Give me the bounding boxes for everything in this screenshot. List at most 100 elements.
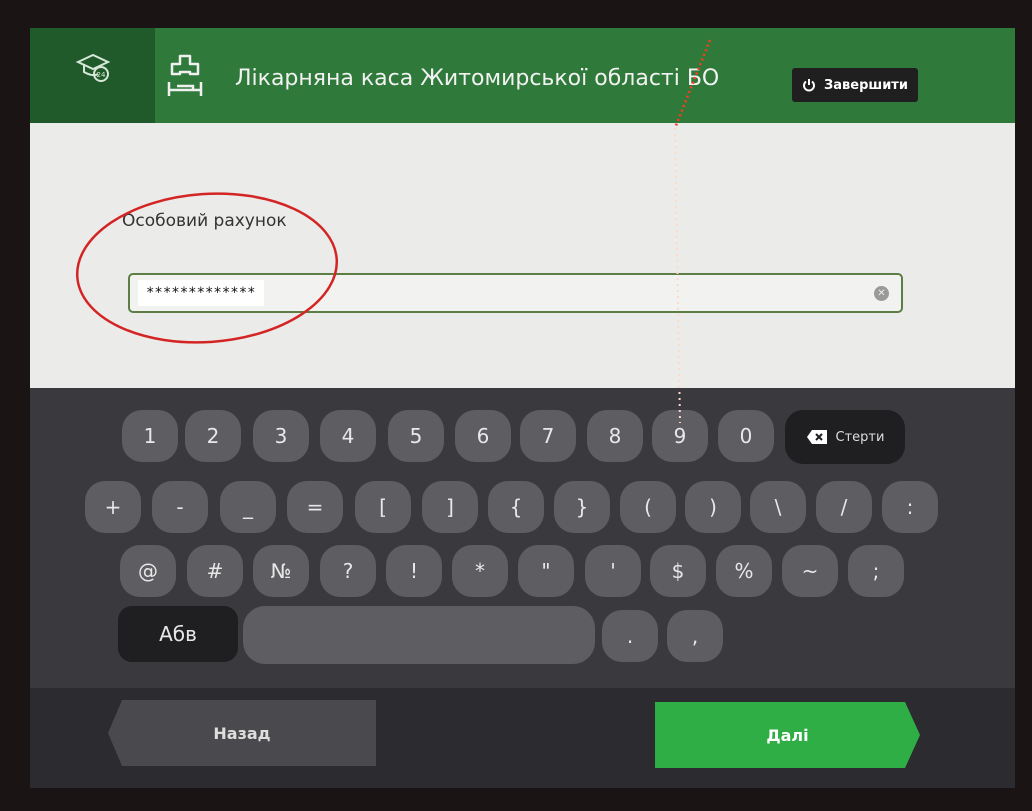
key-label: / [840,495,848,519]
key-label: - [176,495,184,519]
key-plus[interactable]: + [85,481,141,533]
key-underscore[interactable]: _ [220,481,276,533]
key-label: 1 [143,424,157,448]
key-label: 3 [274,424,288,448]
key-label: $ [671,559,685,583]
onscreen-keyboard: 1 2 3 4 5 6 7 8 9 0 Стерти + - _ = [ ] {… [30,388,1015,688]
key-label: ; [872,559,880,583]
key-asterisk[interactable]: * [452,545,508,597]
key-equals[interactable]: = [287,481,343,533]
key-7[interactable]: 7 [520,410,576,462]
key-label: } [575,495,589,519]
key-3[interactable]: 3 [253,410,309,462]
key-6[interactable]: 6 [455,410,511,462]
key-label: 0 [739,424,753,448]
key-close-brace[interactable]: } [554,481,610,533]
key-single-quote[interactable]: ' [585,545,641,597]
key-label: _ [243,495,253,519]
kiosk-screen: 24 Лікарняна каса Житомирської області Б… [30,28,1015,788]
key-minus[interactable]: - [152,481,208,533]
backspace-icon [806,430,827,444]
key-label: ' [610,559,616,583]
key-label: \ [774,495,782,519]
erase-button[interactable]: Стерти [785,410,905,464]
key-percent[interactable]: % [716,545,772,597]
key-label: % [734,559,754,583]
key-label: ! [409,559,419,583]
next-button-label: Далі [766,725,809,745]
key-label: # [206,559,224,583]
back-button[interactable]: Назад [108,700,376,766]
footer-bar: Назад Далі [30,688,1015,788]
key-label: @ [138,559,158,583]
key-slash[interactable]: / [816,481,872,533]
key-dollar[interactable]: $ [650,545,706,597]
key-1[interactable]: 1 [122,410,178,462]
key-label: * [475,559,485,583]
key-label: 9 [673,424,687,448]
layout-switch-label: Абв [159,622,197,646]
key-question[interactable]: ? [320,545,376,597]
key-at[interactable]: @ [120,545,176,597]
key-colon[interactable]: : [882,481,938,533]
key-semicolon[interactable]: ; [848,545,904,597]
key-label: ) [709,495,717,519]
key-4[interactable]: 4 [320,410,376,462]
key-close-bracket[interactable]: ] [422,481,478,533]
key-label: . [626,624,634,648]
key-numero[interactable]: № [253,545,309,597]
key-backslash[interactable]: \ [750,481,806,533]
key-close-paren[interactable]: ) [685,481,741,533]
key-open-brace[interactable]: { [488,481,544,533]
key-label: 5 [409,424,423,448]
key-period[interactable]: . [602,610,658,662]
key-label: 7 [541,424,555,448]
key-9[interactable]: 9 [652,410,708,462]
key-label: ] [446,495,454,519]
clear-input-icon[interactable]: ✕ [874,286,889,301]
privat24-graduation-cap-icon: 24 [75,53,110,82]
key-label: 8 [608,424,622,448]
form-area: Особовий рахунок ************* ✕ [30,123,1015,388]
header-bar: 24 Лікарняна каса Житомирської області Б… [30,28,1015,123]
key-label: ~ [801,559,819,583]
erase-button-label: Стерти [835,429,885,445]
key-label: ( [644,495,652,519]
account-field-label: Особовий рахунок [122,211,287,231]
power-icon [803,79,815,92]
key-label: 6 [476,424,490,448]
key-label: + [104,495,122,519]
layout-switch-key[interactable]: Абв [118,606,238,662]
finish-button-label: Завершити [824,77,908,93]
key-tilde[interactable]: ~ [782,545,838,597]
key-label: 4 [341,424,355,448]
key-label: 2 [206,424,220,448]
key-open-bracket[interactable]: [ [355,481,411,533]
key-label: № [270,559,292,583]
key-8[interactable]: 8 [587,410,643,462]
key-exclamation[interactable]: ! [386,545,442,597]
key-label: : [906,495,914,519]
account-number-value: ************* [138,280,264,306]
key-label: " [541,559,551,583]
page-title: Лікарняна каса Житомирської області БО [235,66,720,91]
key-hash[interactable]: # [187,545,243,597]
key-2[interactable]: 2 [185,410,241,462]
next-button[interactable]: Далі [655,702,920,768]
key-comma[interactable]: , [667,610,723,662]
key-label: ? [342,559,354,583]
key-label: = [306,495,324,519]
medical-cross-bed-icon [167,54,203,96]
key-5[interactable]: 5 [388,410,444,462]
space-key[interactable] [243,606,595,664]
key-0[interactable]: 0 [718,410,774,462]
key-label: , [691,624,699,648]
key-double-quote[interactable]: " [518,545,574,597]
logo-block: 24 [30,28,155,123]
key-open-paren[interactable]: ( [620,481,676,533]
finish-button[interactable]: Завершити [792,68,918,102]
account-number-input[interactable]: ************* ✕ [128,273,903,313]
key-label: { [509,495,523,519]
key-label: [ [379,495,387,519]
svg-text:24: 24 [96,71,105,79]
